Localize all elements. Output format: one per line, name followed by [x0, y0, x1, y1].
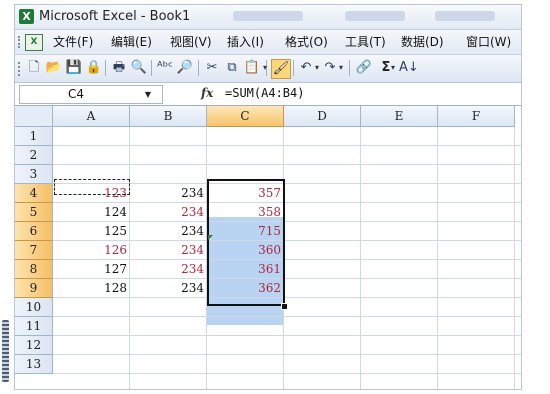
cell-b7[interactable]: 234: [130, 241, 206, 259]
cell-b6[interactable]: 234: [130, 222, 206, 240]
workbook-icon[interactable]: X: [25, 34, 43, 51]
gridline-horizontal: [53, 354, 521, 355]
gridline-horizontal: [53, 316, 521, 317]
column-header-a[interactable]: A: [53, 106, 130, 127]
menu-item[interactable]: 工具(T): [343, 33, 388, 51]
copy-range-marquee: [54, 179, 130, 195]
toolbar-separator: [198, 60, 199, 76]
cell-a5[interactable]: 124: [53, 203, 129, 221]
toolbar-separator: [349, 60, 350, 76]
autosum-dropdown-icon[interactable]: ▾: [389, 59, 397, 77]
format-painter-icon[interactable]: 🖌: [271, 59, 291, 79]
fill-handle[interactable]: [281, 303, 288, 310]
name-box[interactable]: C4 ▼: [19, 85, 163, 104]
menu-item[interactable]: 格式(O): [283, 33, 330, 51]
formula-bar: C4 ▼ fx =SUM(A4:B4): [15, 83, 521, 106]
print-icon[interactable]: 🖶: [110, 59, 128, 77]
cut-icon[interactable]: ✂: [203, 59, 221, 77]
column-header-e[interactable]: E: [361, 106, 438, 127]
menu-item[interactable]: 插入(I): [225, 33, 266, 51]
row-header-4[interactable]: 4: [15, 184, 53, 203]
column-header-b[interactable]: B: [130, 106, 207, 127]
formula-input[interactable]: =SUM(A4:B4): [225, 84, 304, 103]
selection-border: [207, 179, 285, 306]
row-header-8[interactable]: 8: [15, 260, 53, 279]
menu-item[interactable]: 窗口(W): [464, 33, 513, 51]
row-header-11[interactable]: 11: [15, 317, 53, 336]
sort-ascending-icon[interactable]: A↓: [399, 59, 419, 77]
gridline-horizontal: [53, 297, 521, 298]
row-header-3[interactable]: 3: [15, 165, 53, 184]
select-all-corner[interactable]: [15, 106, 53, 127]
chevron-down-icon[interactable]: ▼: [141, 86, 155, 103]
cell-b5[interactable]: 234: [130, 203, 206, 221]
gridline-vertical: [514, 127, 515, 389]
menu-item[interactable]: 数据(D): [399, 33, 446, 51]
open-icon[interactable]: 📂: [45, 59, 63, 77]
gridline-horizontal: [53, 145, 521, 146]
row-header-12[interactable]: 12: [15, 336, 53, 355]
undo-dropdown-icon[interactable]: ▾: [313, 59, 321, 77]
side-grip-handle[interactable]: [2, 320, 9, 382]
gridline-horizontal: [53, 373, 521, 374]
gridline-vertical: [437, 127, 438, 389]
save-icon[interactable]: 💾: [65, 59, 83, 77]
research-icon[interactable]: 🔎: [176, 59, 194, 77]
menu-grip[interactable]: [18, 36, 22, 48]
gridline-vertical: [360, 127, 361, 389]
menu-item[interactable]: 文件(F): [51, 33, 95, 51]
toolbar-separator: [293, 60, 294, 76]
worksheet-grid[interactable]: A B C D E F 1 2 3 4 5 6 7 8 9 10 11 12 13 123 234 357 124 234 35…: [15, 106, 521, 389]
row-header-5[interactable]: 5: [15, 203, 53, 222]
window-title: Microsoft Excel - Book1: [39, 9, 191, 24]
row-header-13[interactable]: 13: [15, 355, 53, 374]
column-header-d[interactable]: D: [284, 106, 361, 127]
row-header-2[interactable]: 2: [15, 146, 53, 165]
menu-item[interactable]: 编辑(E): [109, 33, 154, 51]
excel-window: X Microsoft Excel - Book1 X 文件(F) 编辑(E) 视图…: [14, 4, 522, 390]
copy-icon[interactable]: ⧉: [223, 59, 241, 77]
name-box-value: C4: [68, 87, 85, 101]
column-header-f[interactable]: F: [438, 106, 515, 127]
cell-a7[interactable]: 126: [53, 241, 129, 259]
cell-b9[interactable]: 234: [130, 279, 206, 297]
gridline-horizontal: [53, 164, 521, 165]
redo-dropdown-icon[interactable]: ▾: [337, 59, 345, 77]
blurred-tab: [435, 11, 495, 21]
print-preview-icon[interactable]: 🔍: [130, 59, 148, 77]
blurred-tab: [345, 11, 405, 21]
cell-a6[interactable]: 125: [53, 222, 129, 240]
hyperlink-icon[interactable]: 🔗: [355, 59, 373, 77]
row-header-7[interactable]: 7: [15, 241, 53, 260]
paste-dropdown-icon[interactable]: ▾: [261, 59, 269, 77]
formula-error-indicator-icon[interactable]: [208, 235, 213, 240]
blurred-tab: [233, 11, 303, 21]
row-header-6[interactable]: 6: [15, 222, 53, 241]
paste-icon[interactable]: 📋: [243, 59, 261, 77]
toolbar-separator: [105, 60, 106, 76]
spelling-icon[interactable]: ᴬᵇᶜ: [156, 59, 174, 77]
row-header-1[interactable]: 1: [15, 127, 53, 146]
menu-item[interactable]: 视图(V): [168, 33, 214, 51]
cell-a9[interactable]: 128: [53, 279, 129, 297]
row-header-10[interactable]: 10: [15, 298, 53, 317]
fx-icon[interactable]: fx: [201, 84, 213, 103]
toolbar-grip[interactable]: [18, 62, 20, 76]
cell-b8[interactable]: 234: [130, 260, 206, 278]
title-bar: X Microsoft Excel - Book1: [15, 5, 521, 30]
menu-bar: X 文件(F) 编辑(E) 视图(V) 插入(I) 格式(O) 工具(T) 数据(D) 窗口(…: [15, 30, 521, 55]
excel-icon[interactable]: X: [19, 9, 34, 24]
standard-toolbar: 🗋 📂 💾 🔒 🖶 🔍 ᴬᵇᶜ 🔎 ✂ ⧉ 📋 🖌 ↶ ↷ 🔗 Σ A↓ ▾ ▾ ▾ ▾: [15, 55, 521, 83]
gridline-horizontal: [53, 335, 521, 336]
cell-a8[interactable]: 127: [53, 260, 129, 278]
new-icon[interactable]: 🗋: [25, 59, 43, 77]
row-header-9[interactable]: 9: [15, 279, 53, 298]
permission-icon[interactable]: 🔒: [85, 59, 103, 77]
cell-b4[interactable]: 234: [130, 184, 206, 202]
toolbar-separator: [151, 60, 152, 76]
column-header-c[interactable]: C: [207, 106, 284, 127]
